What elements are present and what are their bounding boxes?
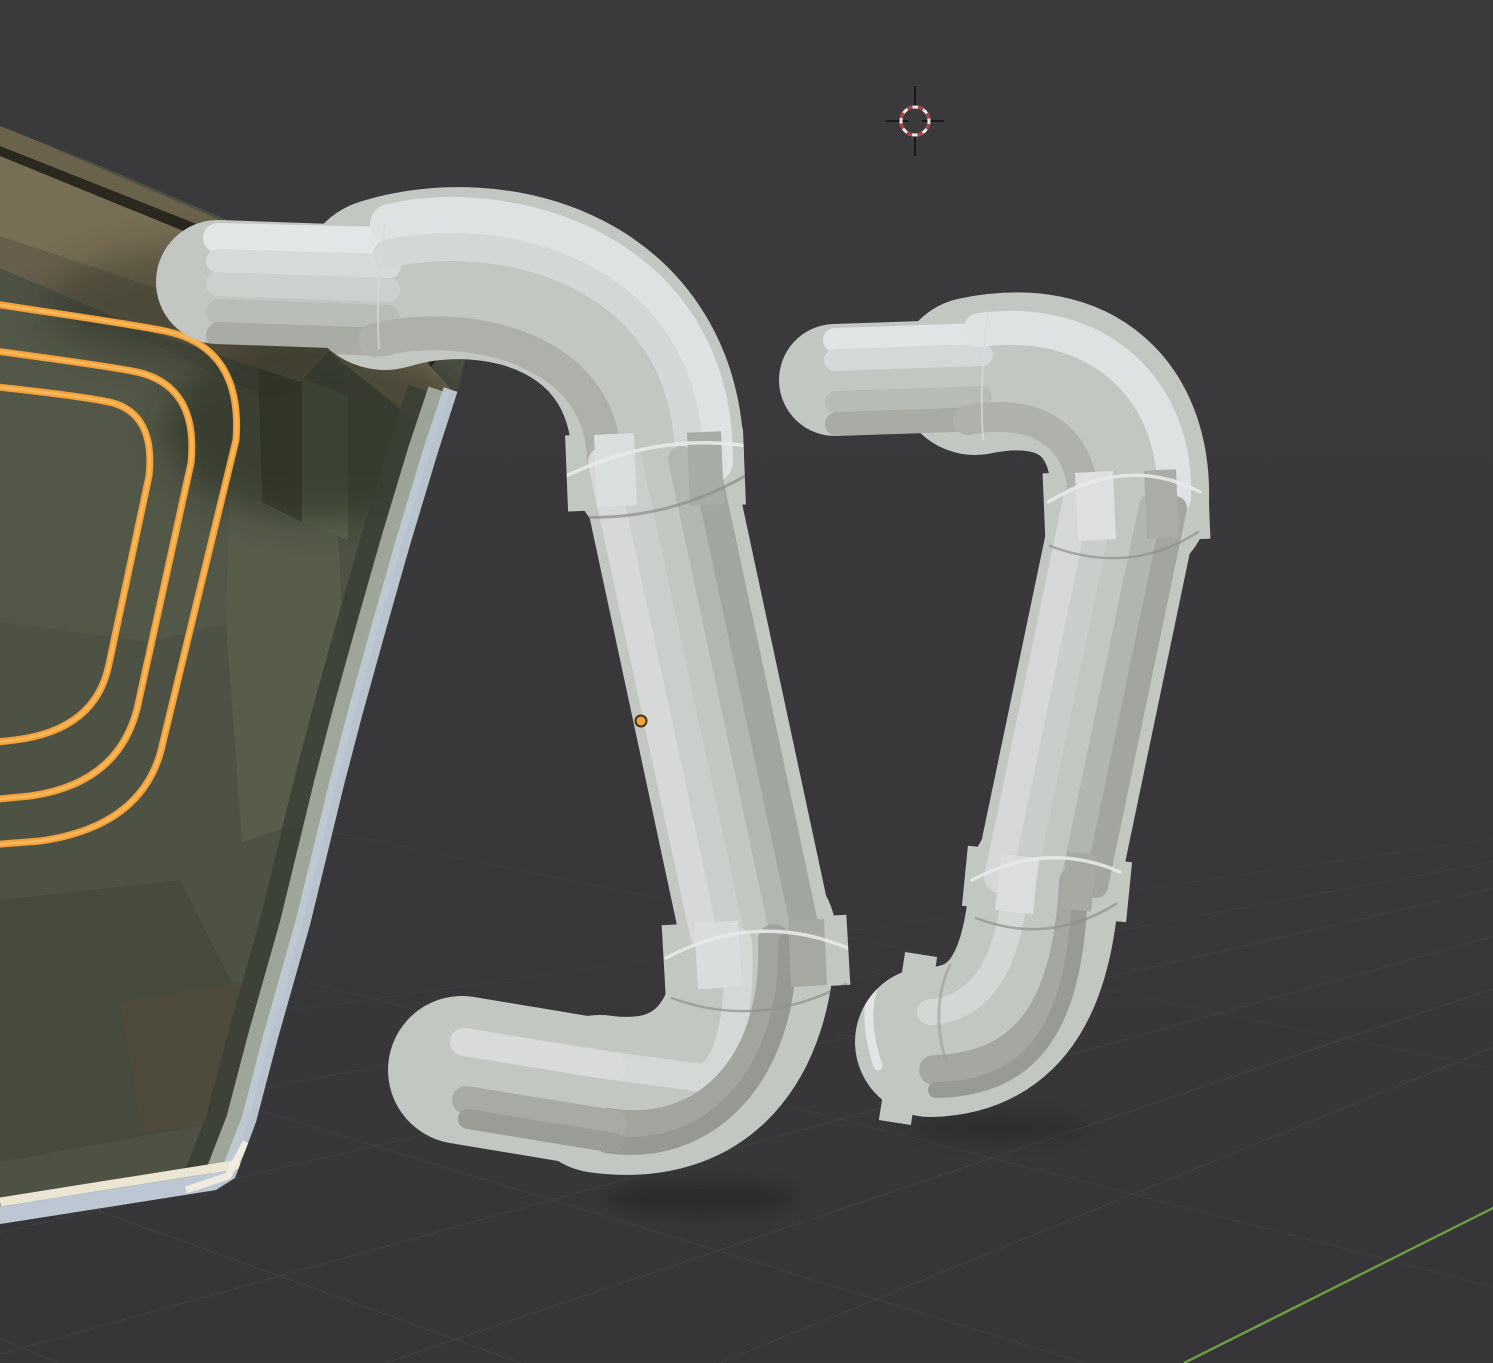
- viewport-canvas[interactable]: [0, 0, 1493, 1363]
- pipe-collar-shading: [806, 920, 809, 986]
- pipe-collar-shading: [1160, 470, 1163, 538]
- pipe-collar-shading: [614, 434, 617, 506]
- pipe-collar-shading: [716, 922, 720, 988]
- pipe-shading-band: [219, 312, 387, 318]
- origin-fill: [637, 717, 646, 726]
- pipe-shading-band: [218, 238, 389, 242]
- object-origin-dot[interactable]: [635, 715, 648, 728]
- pipe-left-object[interactable]: [100, 120, 900, 1240]
- pipe-shading-band: [218, 284, 388, 290]
- blender-3d-viewport[interactable]: [0, 0, 1493, 1363]
- pipe-shading-band: [218, 261, 389, 266]
